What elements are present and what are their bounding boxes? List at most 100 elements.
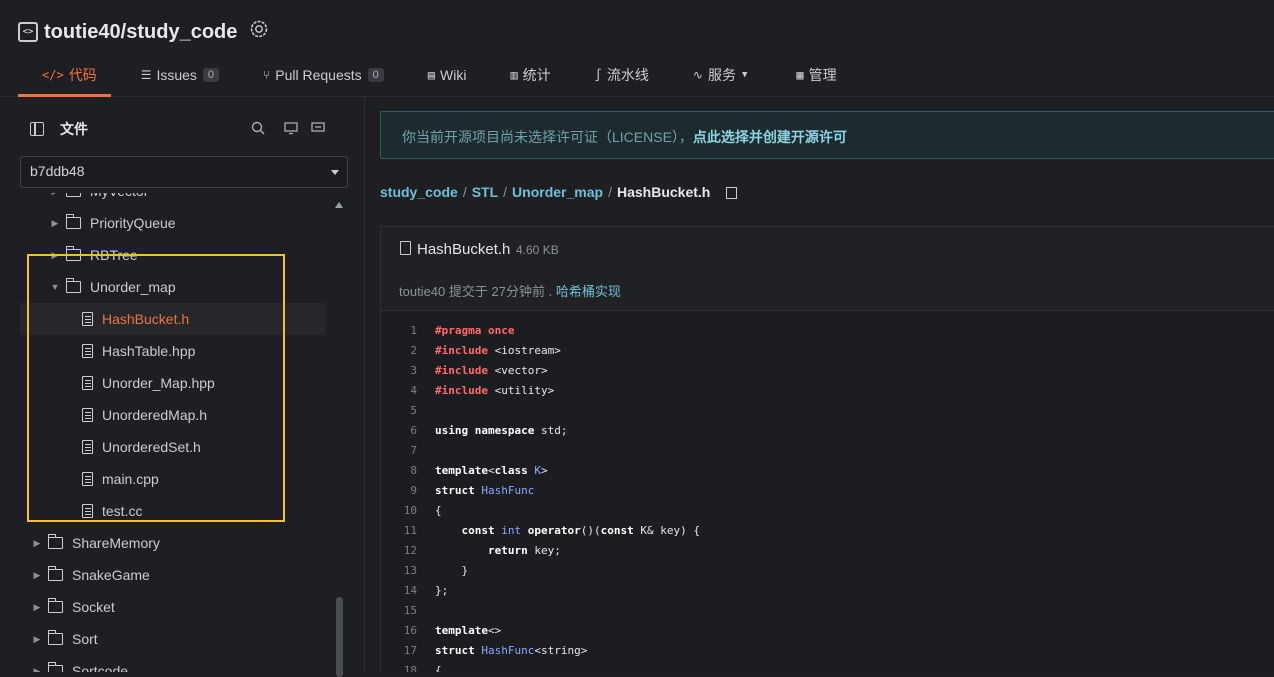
caret-right-icon[interactable]: ▶ (50, 193, 60, 197)
line-number[interactable]: 17 (381, 641, 417, 661)
scrollbar-thumb[interactable] (336, 597, 343, 677)
tab-issues[interactable]: ☰ Issues 0 (117, 56, 233, 94)
caret-right-icon[interactable]: ▶ (32, 570, 42, 581)
tree-file[interactable]: Unorder_Map.hpp (20, 367, 326, 399)
caret-right-icon[interactable]: ▶ (32, 602, 42, 613)
line-number[interactable]: 9 (381, 481, 417, 501)
breadcrumb-current-file: HashBucket.h (616, 184, 711, 200)
tree-folder[interactable]: ▶ Sortcode (20, 655, 326, 672)
tree-item-label: Socket (72, 599, 115, 615)
line-number[interactable]: 4 (381, 381, 417, 401)
license-notice-text: 你当前开源项目尚未选择许可证（LICENSE），点此选择并创建开源许可 (402, 127, 847, 147)
tab-pipeline[interactable]: ∫ 流水线 (571, 56, 663, 94)
line-number[interactable]: 5 (381, 401, 417, 421)
issues-icon: ☰ (140, 68, 152, 82)
recommend-badge-icon[interactable] (249, 19, 269, 39)
tree-folder[interactable]: ▶ SnakeGame (20, 559, 326, 591)
tab-manage[interactable]: ▦ 管理 (772, 56, 850, 94)
tree-scrollbar[interactable] (335, 202, 343, 677)
code-view: 1 #pragma once 2 #include <iostream> 3 #inclu… (381, 321, 1274, 672)
line-number[interactable]: 15 (381, 601, 417, 621)
commit-author[interactable]: toutie40 (399, 284, 445, 299)
line-number[interactable]: 11 (381, 521, 417, 541)
tree-folder[interactable]: ▶ RBTree (20, 239, 326, 271)
caret-right-icon[interactable]: ▶ (50, 218, 60, 229)
tab-pull-requests[interactable]: ⑂ Pull Requests 0 (239, 56, 398, 94)
create-license-link[interactable]: 点此选择并创建开源许可 (693, 129, 847, 145)
tree-item-label: UnorderedSet.h (102, 439, 201, 455)
search-icon[interactable] (251, 121, 265, 135)
tree-folder[interactable]: ▶ ShareMemory (20, 527, 326, 559)
caret-right-icon[interactable]: ▶ (32, 666, 42, 673)
line-number[interactable]: 14 (381, 581, 417, 601)
line-number[interactable]: 1 (381, 321, 417, 341)
line-number[interactable]: 6 (381, 421, 417, 441)
line-number[interactable]: 10 (381, 501, 417, 521)
tree-file[interactable]: UnorderedSet.h (20, 431, 326, 463)
tree-item-label: SnakeGame (72, 567, 150, 583)
code-line: 14}; (381, 581, 1274, 601)
line-content: struct HashFunc<string> (435, 644, 588, 657)
line-number[interactable]: 18 (381, 661, 417, 672)
breadcrumb-stl[interactable]: STL (472, 184, 498, 200)
caret-down-icon[interactable]: ▼ (50, 282, 60, 292)
folder-icon (48, 598, 63, 613)
line-number[interactable]: 8 (381, 461, 417, 481)
tab-wiki[interactable]: ▤ Wiki (404, 56, 481, 94)
tree-item-label: PriorityQueue (90, 215, 176, 231)
folder-icon (66, 278, 81, 293)
tree-file[interactable]: HashBucket.h (20, 303, 326, 335)
tree-folder[interactable]: ▶ MyVector (20, 193, 326, 207)
breadcrumb-folder[interactable]: Unorder_map (512, 184, 603, 200)
line-content: const int operator()(const K& key) { (461, 524, 700, 537)
tree-folder[interactable]: ▶ Socket (20, 591, 326, 623)
line-number[interactable]: 3 (381, 361, 417, 381)
folder-icon (48, 662, 63, 672)
line-content: return key; (487, 544, 561, 557)
breadcrumb-repo[interactable]: study_code (380, 184, 458, 200)
folder-icon (66, 193, 81, 197)
line-number[interactable]: 7 (381, 441, 417, 461)
commit-message-link[interactable]: 哈希桶实现 (556, 284, 621, 299)
tab-service[interactable]: ∿ 服务 ▼ (669, 56, 766, 94)
tree-folder[interactable]: ▼ Unorder_map (20, 271, 326, 303)
repository-icon: <> (18, 22, 38, 42)
comment-icon[interactable] (311, 121, 325, 135)
code-line: 18 { (381, 661, 1274, 672)
line-number[interactable]: 12 (381, 541, 417, 561)
line-content: template<> (435, 624, 502, 637)
tree-file[interactable]: main.cpp (20, 463, 326, 495)
tree-item-label: RBTree (90, 247, 138, 263)
file-icon (82, 312, 93, 326)
folder-icon (48, 630, 63, 645)
tree-file[interactable]: UnorderedMap.h (20, 399, 326, 431)
code-icon: </> (42, 68, 64, 82)
folder-icon (66, 214, 81, 229)
repo-title[interactable]: toutie40/study_code (44, 18, 237, 46)
tree-folder[interactable]: ▶ PriorityQueue (20, 207, 326, 239)
tree-file[interactable]: HashTable.hpp (20, 335, 326, 367)
caret-right-icon[interactable]: ▶ (50, 250, 60, 261)
code-line: 16 template<> (381, 621, 1274, 641)
caret-right-icon[interactable]: ▶ (32, 634, 42, 645)
tree-file[interactable]: test.cc (20, 495, 326, 527)
tree-item-label: Sortcode (72, 663, 129, 672)
branch-select[interactable]: b7ddb48 (20, 156, 348, 188)
tree-folder[interactable]: ▶ Sort (20, 623, 326, 655)
scroll-up-arrow-icon[interactable] (335, 202, 343, 208)
tree-item-label: ShareMemory (72, 535, 160, 551)
sidebar-toggle-icon[interactable] (30, 122, 44, 136)
line-number[interactable]: 13 (381, 561, 417, 581)
copy-path-icon[interactable] (726, 187, 738, 199)
line-number[interactable]: 16 (381, 621, 417, 641)
line-number[interactable]: 2 (381, 341, 417, 361)
code-line: 6 using namespace std; (381, 421, 1274, 441)
tab-stats[interactable]: ▥ 统计 (486, 56, 564, 94)
monitor-icon[interactable] (284, 121, 298, 135)
breadcrumb-separator: / (462, 184, 467, 200)
tab-code[interactable]: </> 代码 (18, 56, 111, 97)
caret-right-icon[interactable]: ▶ (32, 538, 42, 549)
folder-icon (48, 534, 63, 549)
code-line: 3 #include <vector> (381, 361, 1274, 381)
tree-item-label: UnorderedMap.h (102, 407, 208, 423)
